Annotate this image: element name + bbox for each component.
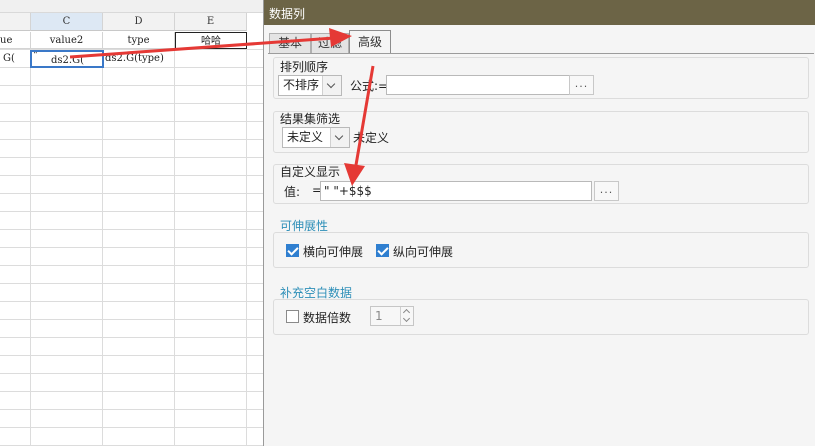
result-filter-value: 未定义: [287, 130, 324, 144]
tab-basic[interactable]: 基本: [269, 33, 311, 53]
spreadsheet-top-strip: [0, 0, 263, 13]
data-multiple-label: 数据倍数: [303, 311, 352, 325]
sort-formula-dots-button[interactable]: ...: [569, 75, 594, 95]
spreadsheet: C D E ue value2 type 哈哈 G( " ds2.G( ds2.…: [0, 0, 263, 446]
vertical-extend-label: 纵向可伸展: [393, 245, 454, 259]
formula-label: 公式:=: [350, 79, 389, 93]
cell-grid[interactable]: [0, 32, 263, 446]
cell-data-d[interactable]: ds2.G(type): [105, 50, 175, 68]
value-label: 值:: [284, 185, 301, 199]
cell-header-c[interactable]: value2: [31, 32, 103, 49]
data-multiple-spinner[interactable]: 1: [370, 306, 414, 326]
data-multiple-value: 1: [375, 309, 383, 323]
custom-display-input[interactable]: " "+$$$: [320, 181, 592, 201]
cell-header-d[interactable]: type: [103, 32, 175, 49]
sort-order-select[interactable]: 不排序: [278, 75, 342, 96]
tab-divider: [268, 53, 814, 54]
cell-header-b[interactable]: ue: [0, 32, 31, 49]
chevron-down-icon: [330, 128, 349, 147]
horizontal-extend-label: 横向可伸展: [303, 245, 364, 259]
sort-order-value: 不排序: [283, 78, 320, 92]
cell-data-c-text: ds2.G(: [51, 55, 84, 66]
sort-order-title: 排列顺序: [280, 60, 329, 74]
dialog-title-bar[interactable]: 数据列: [264, 0, 815, 25]
chevron-down-icon: [322, 76, 341, 95]
cell-header-e[interactable]: 哈哈: [175, 32, 247, 49]
column-header-e[interactable]: E: [175, 13, 247, 31]
column-header-b[interactable]: [0, 13, 31, 31]
tab-advanced[interactable]: 高级: [349, 30, 391, 54]
result-filter-title: 结果集筛选: [280, 112, 341, 126]
dialog-title: 数据列: [269, 7, 306, 21]
tab-filter[interactable]: 过滤: [311, 33, 349, 53]
cell-data-c-selected[interactable]: " ds2.G(: [30, 50, 104, 68]
horizontal-extend-checkbox[interactable]: [286, 244, 299, 257]
custom-display-title: 自定义显示: [280, 165, 341, 179]
result-filter-text: 未定义: [353, 131, 390, 145]
column-header-c[interactable]: C: [31, 13, 103, 31]
vertical-extend-checkbox[interactable]: [376, 244, 389, 257]
column-header-d[interactable]: D: [103, 13, 175, 31]
cell-quote-mark: ": [33, 50, 38, 61]
data-multiple-checkbox[interactable]: [286, 310, 299, 323]
cell-data-b[interactable]: G(: [3, 50, 31, 68]
data-column-dialog: 数据列 基本 过滤 高级 排列顺序 不排序 公式:= ... 结果集筛选 未定义…: [263, 0, 815, 446]
spin-down-icon[interactable]: [400, 316, 413, 325]
custom-display-dots-button[interactable]: ...: [594, 181, 619, 201]
sort-formula-input[interactable]: [386, 75, 570, 95]
fill-blank-group: [273, 299, 809, 335]
result-filter-select[interactable]: 未定义: [282, 127, 350, 148]
